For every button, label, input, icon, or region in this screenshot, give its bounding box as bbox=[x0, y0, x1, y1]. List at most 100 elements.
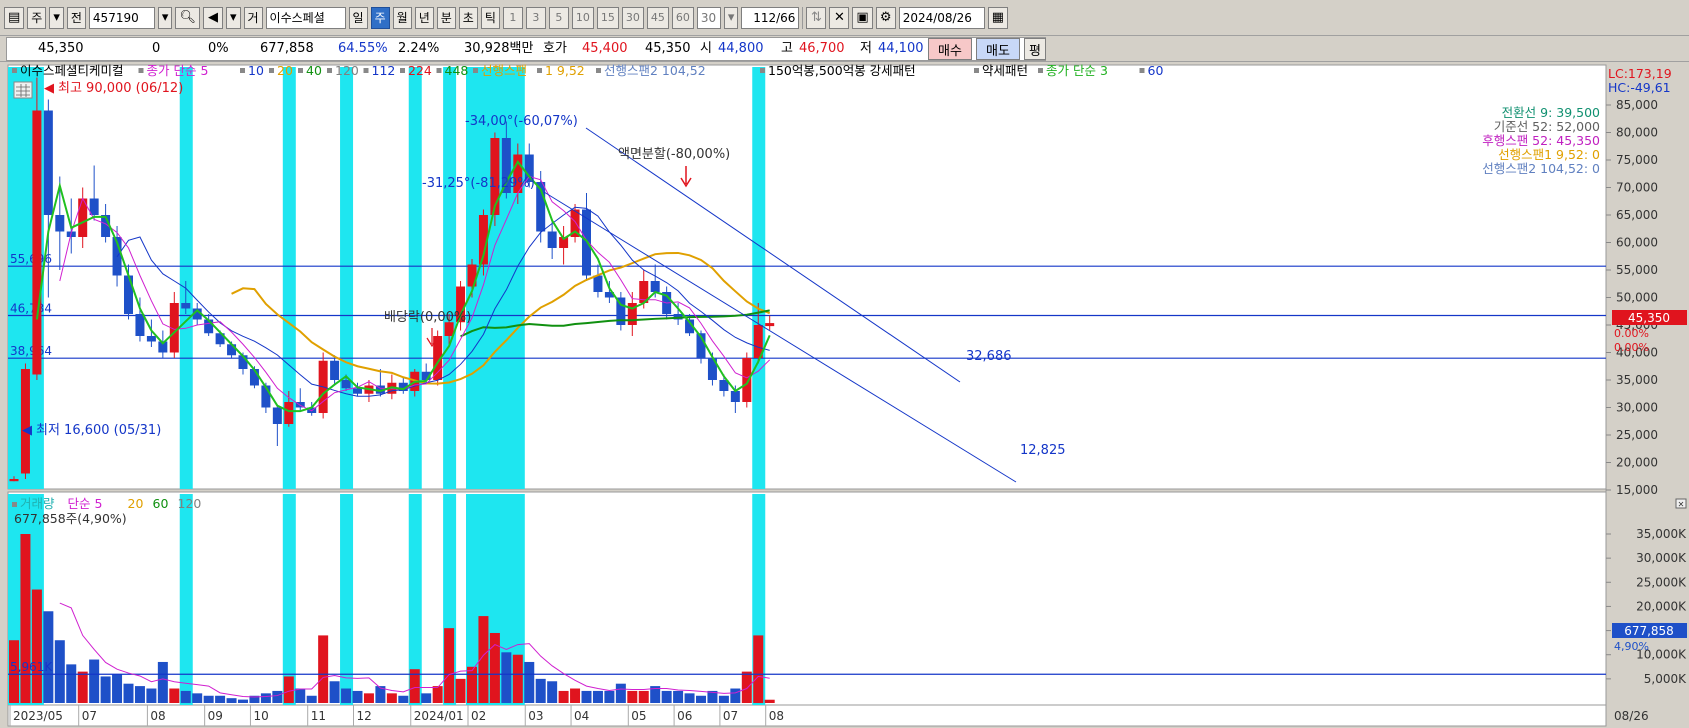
sell-button[interactable]: 매도 bbox=[976, 38, 1020, 60]
legend-item[interactable]: 10 bbox=[248, 63, 264, 78]
x-tick-label: 07 bbox=[82, 709, 97, 723]
layout-icon[interactable]: ▤ bbox=[4, 6, 25, 29]
volume-bar bbox=[764, 699, 775, 703]
calendar-icon[interactable]: ▦ bbox=[987, 6, 1008, 29]
average-button[interactable]: 평 bbox=[1024, 38, 1046, 60]
date-field[interactable]: 2024/08/26 bbox=[898, 6, 985, 29]
current-volume-pct: 4,90% bbox=[1614, 640, 1649, 653]
legend-item[interactable]: 448 bbox=[445, 63, 469, 78]
y-tick-label: 70,000 bbox=[1616, 181, 1658, 195]
chart-area[interactable]: 55,69646,73438,964 ◀ 최고 90,000 (06/12)◀ 최저… bbox=[0, 62, 1689, 728]
legend-marker bbox=[269, 68, 274, 73]
period-second-button[interactable]: 초 bbox=[458, 6, 478, 29]
x-tick-label: 12 bbox=[357, 709, 372, 723]
volume-bar bbox=[501, 652, 512, 703]
lc-label: LC:173,19 bbox=[1608, 66, 1672, 81]
annotation-low: 최저 16,600 (05/31) bbox=[36, 423, 161, 438]
code-dropdown-icon[interactable]: ▾ bbox=[157, 6, 173, 29]
period-minute-button[interactable]: 분 bbox=[436, 6, 456, 29]
legend-item[interactable]: 112 bbox=[372, 63, 396, 78]
buy-button[interactable]: 매수 bbox=[928, 38, 972, 60]
legend-item[interactable]: 1 9,52 bbox=[545, 63, 585, 78]
legend-item[interactable]: 40 bbox=[306, 63, 322, 78]
volume-legend-item[interactable]: 단순 5 bbox=[68, 496, 103, 511]
annotation-high: 최고 90,000 (06/12) bbox=[58, 81, 183, 96]
interval-15-button[interactable]: 15 bbox=[596, 6, 619, 29]
legend-item[interactable]: 종가 단순 3 bbox=[1046, 63, 1108, 78]
interval-5-button[interactable]: 5 bbox=[548, 6, 569, 29]
interval-1-button[interactable]: 1 bbox=[502, 6, 523, 29]
interval-60-button[interactable]: 60 bbox=[671, 6, 694, 29]
compare-icon[interactable]: ⇅ bbox=[806, 6, 827, 29]
stock-code-input[interactable]: 457190 bbox=[88, 6, 155, 29]
legend-item[interactable]: 이수스페셜티케미컬 bbox=[20, 63, 124, 78]
stock-code-value: 457190 bbox=[92, 10, 139, 25]
speaker-icon[interactable]: ◀︎ bbox=[202, 6, 223, 29]
market-select[interactable]: 주 bbox=[27, 6, 47, 29]
quote-ask-label: 호가 bbox=[543, 41, 567, 56]
y-tick-label: 20,000 bbox=[1616, 456, 1658, 470]
legend-item[interactable]: 선행스팬2 104,52 bbox=[604, 63, 706, 78]
volume-bar bbox=[283, 676, 294, 703]
crosshair-icon[interactable]: ✕ bbox=[829, 6, 850, 29]
legend-item[interactable]: 224 bbox=[408, 63, 432, 78]
x-tick-label: 04 bbox=[574, 709, 589, 723]
volume-legend-item[interactable]: 20 bbox=[128, 496, 144, 511]
candle-body bbox=[9, 479, 19, 482]
volume-bar bbox=[341, 688, 352, 703]
legend-item[interactable]: 150억봉,500억봉 강세패턴 bbox=[768, 63, 916, 78]
period-week-button[interactable]: 주 bbox=[370, 6, 390, 29]
current-change-label: 0.00% bbox=[1614, 327, 1649, 340]
period-select[interactable]: 전 bbox=[66, 6, 86, 29]
x-tick-label: 2024/01 bbox=[414, 709, 464, 723]
legend-item[interactable]: 선행스팬 bbox=[481, 63, 527, 78]
count-field[interactable]: 112/66 bbox=[741, 6, 800, 29]
x-tick-label: 09 bbox=[208, 709, 223, 723]
quote-volume-ratio: 64.55% bbox=[338, 41, 388, 56]
price-panel-bg bbox=[7, 64, 1607, 490]
y-tick-label: 55,000 bbox=[1616, 263, 1658, 277]
volume-legend-item[interactable]: 120 bbox=[178, 496, 202, 511]
interval-30-button[interactable]: 30 bbox=[621, 6, 644, 29]
volume-bar bbox=[661, 690, 672, 703]
stock-name-field[interactable]: 이수스페셜 bbox=[265, 6, 346, 29]
period-month-button[interactable]: 월 bbox=[392, 6, 412, 29]
legend-item[interactable]: 약세패턴 bbox=[982, 63, 1028, 78]
volume-legend-item[interactable]: 60 bbox=[153, 496, 169, 511]
legend-item[interactable]: 60 bbox=[1148, 63, 1164, 78]
save-icon[interactable]: ▣ bbox=[852, 6, 873, 29]
period-day-button[interactable]: 일 bbox=[348, 6, 368, 29]
volume-bar bbox=[238, 699, 248, 703]
market-dropdown-icon[interactable]: ▾ bbox=[49, 6, 64, 29]
type-badge[interactable]: 거 bbox=[243, 6, 263, 29]
legend-item[interactable]: 120 bbox=[335, 63, 359, 78]
support-line-label: 46,734 bbox=[10, 301, 52, 315]
period-tick-button[interactable]: 틱 bbox=[480, 6, 500, 29]
volume-bar bbox=[673, 690, 684, 703]
volume-legend-item[interactable]: 거래량 bbox=[20, 496, 55, 511]
high-arrow: ◀ bbox=[44, 81, 54, 96]
x-tick-label: 03 bbox=[528, 709, 543, 723]
legend-item[interactable]: 20 bbox=[277, 63, 293, 78]
toolbar: ▤ 주 ▾ 전 457190 ▾ 🔍︎ ◀︎ ▾ 거 이수스페셜 일 주 월 년… bbox=[0, 0, 1689, 36]
gear-icon[interactable]: ⚙ bbox=[875, 6, 896, 29]
volume-bar bbox=[592, 690, 603, 703]
candle-body bbox=[89, 198, 99, 215]
interval-3-button[interactable]: 3 bbox=[525, 6, 546, 29]
interval-input[interactable]: 30 bbox=[696, 6, 721, 29]
interval-45-button[interactable]: 45 bbox=[646, 6, 669, 29]
period-year-button[interactable]: 년 bbox=[414, 6, 434, 29]
interval-10-button[interactable]: 10 bbox=[571, 6, 594, 29]
table-icon[interactable] bbox=[13, 81, 33, 99]
volume-bar bbox=[112, 674, 123, 703]
candle-body bbox=[181, 303, 191, 309]
highlight-band bbox=[340, 67, 354, 489]
x-axis-right-label: 08/26 bbox=[1614, 709, 1649, 723]
speaker-dropdown-icon[interactable]: ▾ bbox=[225, 6, 241, 29]
hc-label: HC:-49,61 bbox=[1608, 80, 1671, 95]
search-icon[interactable]: 🔍︎ bbox=[175, 6, 200, 29]
interval-dropdown-icon[interactable]: ▾ bbox=[723, 6, 739, 29]
volume-bar bbox=[615, 683, 626, 703]
legend-item[interactable]: 종가 단순 5 bbox=[147, 63, 209, 78]
candle-body bbox=[650, 281, 660, 292]
